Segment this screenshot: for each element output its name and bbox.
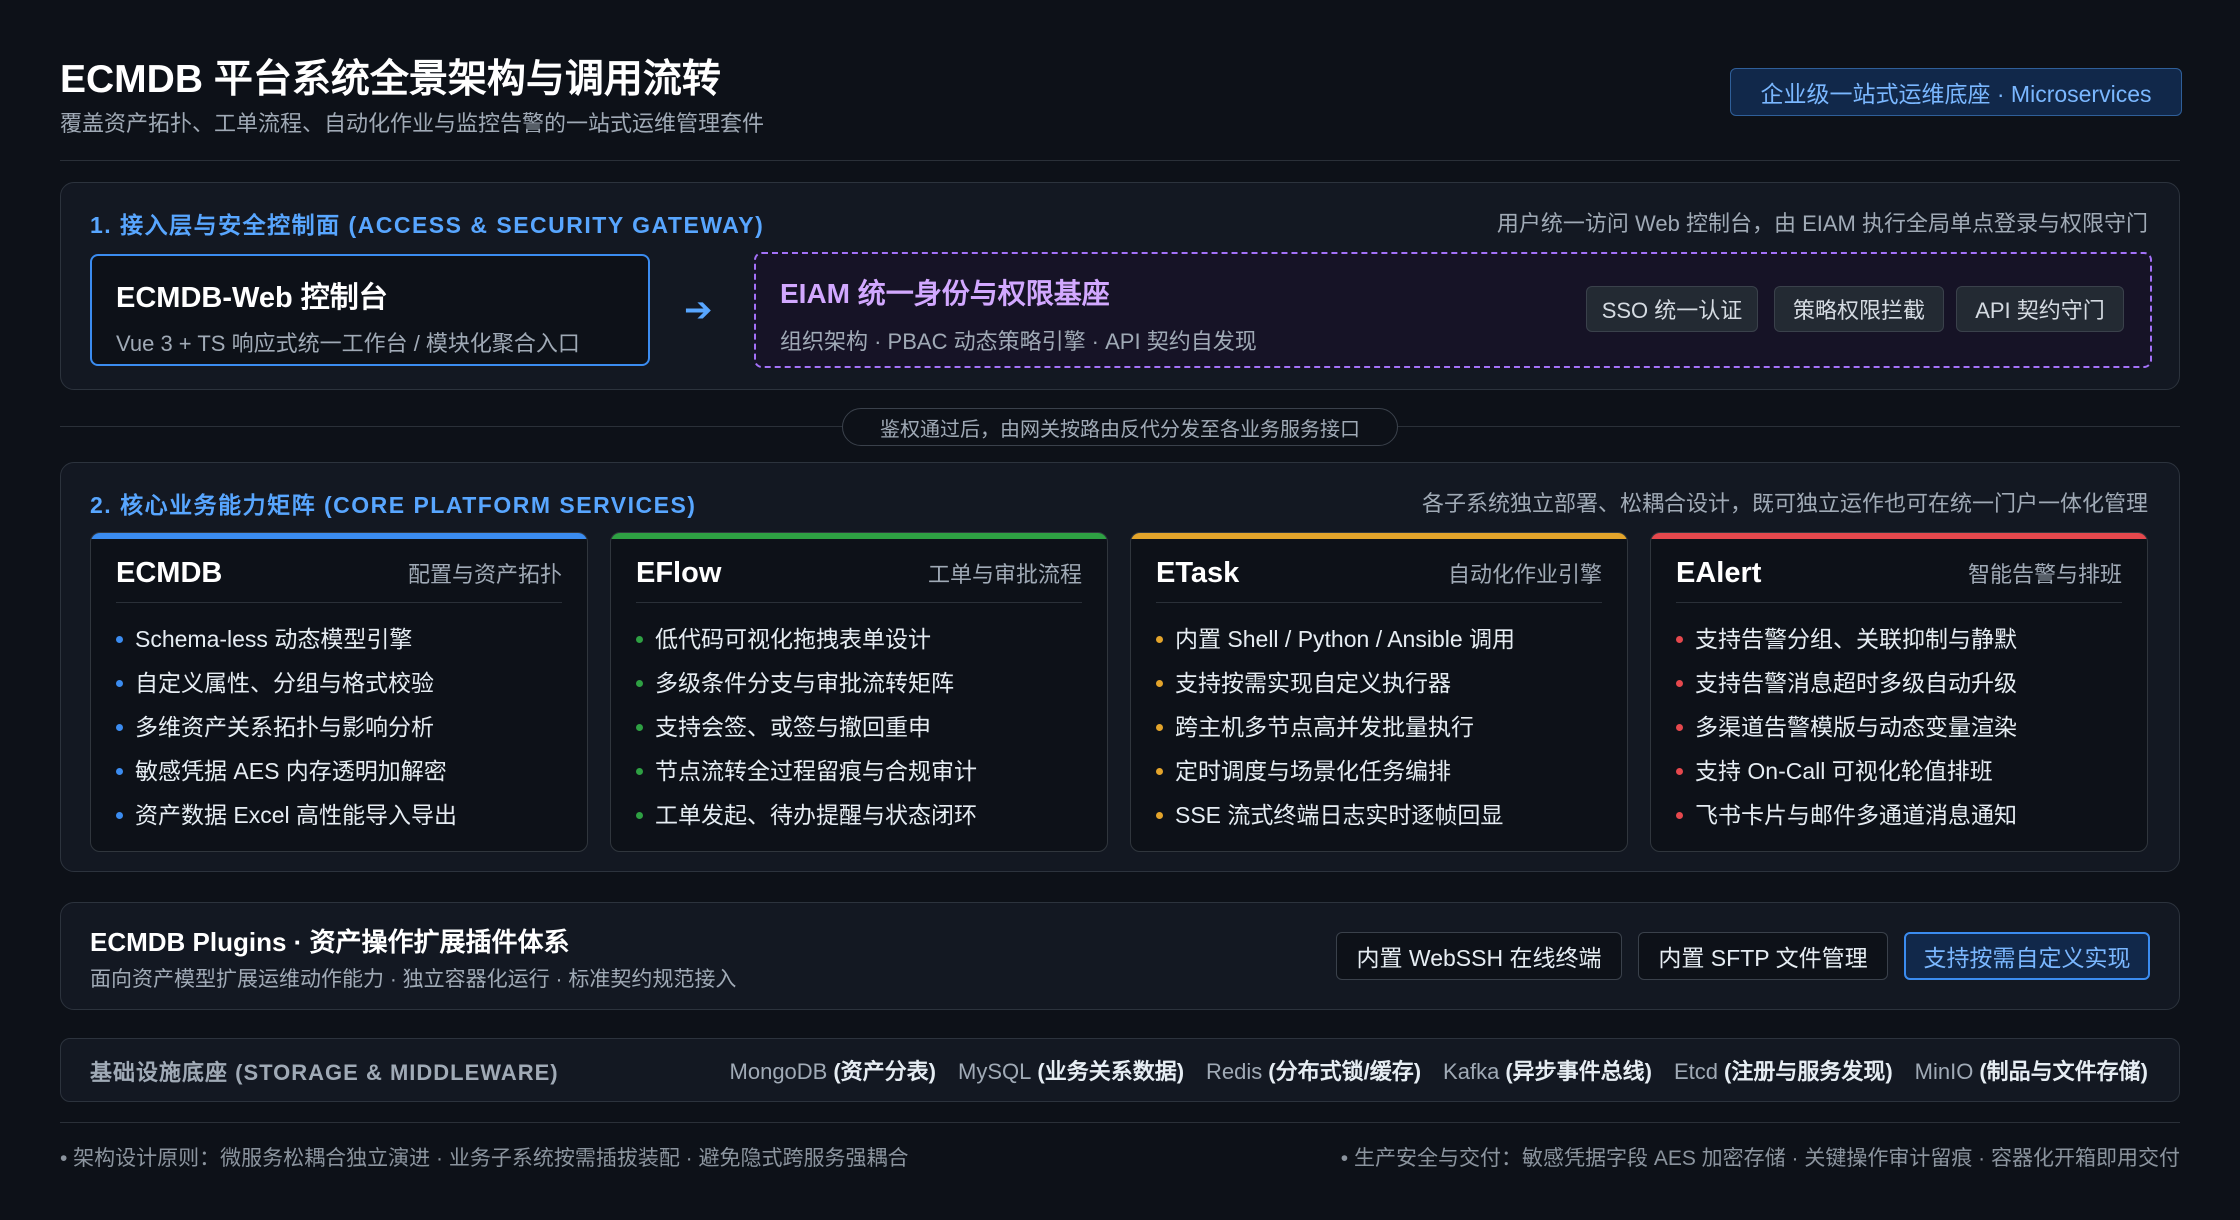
core-section-title: 2. 核心业务能力矩阵 (CORE PLATFORM SERVICES)	[90, 492, 697, 518]
card-name: EAlert	[1676, 557, 1762, 589]
core-section-note: 各子系统独立部署、松耦合设计，既可独立运作也可在统一门户一体化管理	[1421, 491, 2148, 516]
eiam-tag-api: API 契约守门	[1956, 286, 2124, 332]
custom-plugin-button[interactable]: 支持按需自定义实现	[1904, 932, 2150, 980]
web-console-box: ECMDB-Web 控制台 Vue 3 + TS 响应式统一工作台 / 模块化聚…	[90, 254, 650, 366]
bullet-icon	[636, 635, 643, 643]
card-accent-bar	[1651, 533, 2147, 539]
bullet-icon	[1156, 635, 1163, 643]
list-item: 自定义属性、分组与格式校验	[116, 661, 562, 705]
bullet-icon	[636, 811, 643, 819]
infra-item-mysql: MySQL (业务关系数据)	[958, 1059, 1185, 1084]
eiam-tag-sso: SSO 统一认证	[1586, 286, 1758, 332]
bullet-icon	[1156, 811, 1163, 819]
header-badge: 企业级一站式运维底座 · Microservices	[1730, 68, 2182, 116]
list-item: 工单发起、待办提醒与状态闭环	[636, 793, 1082, 837]
bullet-icon	[1156, 723, 1163, 731]
list-item: 内置 Shell / Python / Ansible 调用	[1156, 617, 1602, 661]
plugins-subtitle: 面向资产模型扩展运维动作能力 · 独立容器化运行 · 标准契约规范接入	[90, 968, 737, 991]
gateway-section-note: 用户统一访问 Web 控制台，由 EIAM 执行全局单点登录与权限守门	[1496, 211, 2148, 236]
bullet-icon	[636, 723, 643, 731]
card-name: EFlow	[636, 557, 722, 589]
list-item: SSE 流式终端日志实时逐帧回显	[1156, 793, 1602, 837]
list-item: Schema-less 动态模型引擎	[116, 617, 562, 661]
web-console-subtitle: Vue 3 + TS 响应式统一工作台 / 模块化聚合入口	[116, 331, 580, 356]
list-item: 资产数据 Excel 高性能导入导出	[116, 793, 562, 837]
card-name: ECMDB	[116, 557, 223, 589]
card-tag: 智能告警与排班	[1967, 562, 2122, 587]
bullet-icon	[116, 723, 123, 731]
bullet-icon	[636, 767, 643, 775]
webssh-plugin-button[interactable]: 内置 WebSSH 在线终端	[1336, 932, 1622, 980]
footer-divider	[60, 1122, 2180, 1123]
list-item: 低代码可视化拖拽表单设计	[636, 617, 1082, 661]
list-item: 飞书卡片与邮件多通道消息通知	[1676, 793, 2122, 837]
card-tag: 自动化作业引擎	[1447, 562, 1602, 587]
infra-item-etcd: Etcd (注册与服务发现)	[1673, 1059, 1893, 1084]
list-item: 支持按需实现自定义执行器	[1156, 661, 1602, 705]
web-console-title: ECMDB-Web 控制台	[116, 282, 388, 314]
list-item: 支持告警消息超时多级自动升级	[1676, 661, 2122, 705]
list-item: 多级条件分支与审批流转矩阵	[636, 661, 1082, 705]
card-tag: 配置与资产拓扑	[407, 562, 562, 587]
page-title: ECMDB 平台系统全景架构与调用流转	[60, 58, 721, 101]
bullet-icon	[116, 635, 123, 643]
bullet-icon	[116, 679, 123, 687]
eiam-tag-policy: 策略权限拦截	[1774, 286, 1944, 332]
service-card-etask: ETask 自动化作业引擎 内置 Shell / Python / Ansibl…	[1130, 532, 1628, 852]
service-card-ealert: EAlert 智能告警与排班 支持告警分组、关联抑制与静默 支持告警消息超时多级…	[1650, 532, 2148, 852]
header-divider	[60, 160, 2180, 161]
flow-arrow-icon: ➔	[684, 291, 713, 329]
service-card-ecmdb: ECMDB 配置与资产拓扑 Schema-less 动态模型引擎 自定义属性、分…	[90, 532, 588, 852]
list-item: 支持会签、或签与撤回重申	[636, 705, 1082, 749]
bullet-icon	[1676, 723, 1683, 731]
infra-label: 基础设施底座 (STORAGE & MIDDLEWARE)	[90, 1060, 559, 1085]
list-item: 支持 On-Call 可视化轮值排班	[1676, 749, 2122, 793]
footer-principles: • 架构设计原则：微服务松耦合独立演进 · 业务子系统按需插拔装配 · 避免隐式…	[60, 1147, 909, 1170]
bullet-icon	[1156, 767, 1163, 775]
gateway-section-title: 1. 接入层与安全控制面 (ACCESS & SECURITY GATEWAY)	[90, 212, 765, 238]
infra-item-redis: Redis (分布式锁/缓存)	[1206, 1059, 1422, 1084]
list-item: 多渠道告警模版与动态变量渲染	[1676, 705, 2122, 749]
card-accent-bar	[611, 533, 1107, 539]
card-accent-bar	[1131, 533, 1627, 539]
card-tag: 工单与审批流程	[927, 562, 1082, 587]
list-item: 跨主机多节点高并发批量执行	[1156, 705, 1602, 749]
list-item: 节点流转全过程留痕与合规审计	[636, 749, 1082, 793]
card-name: ETask	[1156, 557, 1240, 589]
list-item: 定时调度与场景化任务编排	[1156, 749, 1602, 793]
bullet-icon	[116, 767, 123, 775]
bullet-icon	[116, 811, 123, 819]
routing-note: 鉴权通过后，由网关按路由反代分发至各业务服务接口	[842, 408, 1398, 446]
footer-security: • 生产安全与交付：敏感凭据字段 AES 加密存储 · 关键操作审计留痕 · 容…	[1340, 1147, 2180, 1170]
infra-item-minio: MinIO (制品与文件存储)	[1914, 1059, 2148, 1084]
bullet-icon	[1676, 811, 1683, 819]
bullet-icon	[1676, 635, 1683, 643]
list-item: 多维资产关系拓扑与影响分析	[116, 705, 562, 749]
sftp-plugin-button[interactable]: 内置 SFTP 文件管理	[1638, 932, 1888, 980]
plugins-title: ECMDB Plugins · 资产操作扩展插件体系	[90, 927, 570, 957]
service-card-eflow: EFlow 工单与审批流程 低代码可视化拖拽表单设计 多级条件分支与审批流转矩阵…	[610, 532, 1108, 852]
bullet-icon	[636, 679, 643, 687]
list-item: 支持告警分组、关联抑制与静默	[1676, 617, 2122, 661]
infra-item-kafka: Kafka (异步事件总线)	[1443, 1059, 1652, 1084]
list-item: 敏感凭据 AES 内存透明加解密	[116, 749, 562, 793]
card-accent-bar	[91, 533, 587, 539]
infra-list: MongoDB (资产分表) MySQL (业务关系数据) Redis (分布式锁/缓…	[730, 1054, 2148, 1086]
page-subtitle: 覆盖资产拓扑、工单流程、自动化作业与监控告警的一站式运维管理套件	[60, 111, 765, 136]
bullet-icon	[1676, 767, 1683, 775]
infra-item-mongodb: MongoDB (资产分表)	[729, 1059, 937, 1084]
bullet-icon	[1156, 679, 1163, 687]
bullet-icon	[1676, 679, 1683, 687]
